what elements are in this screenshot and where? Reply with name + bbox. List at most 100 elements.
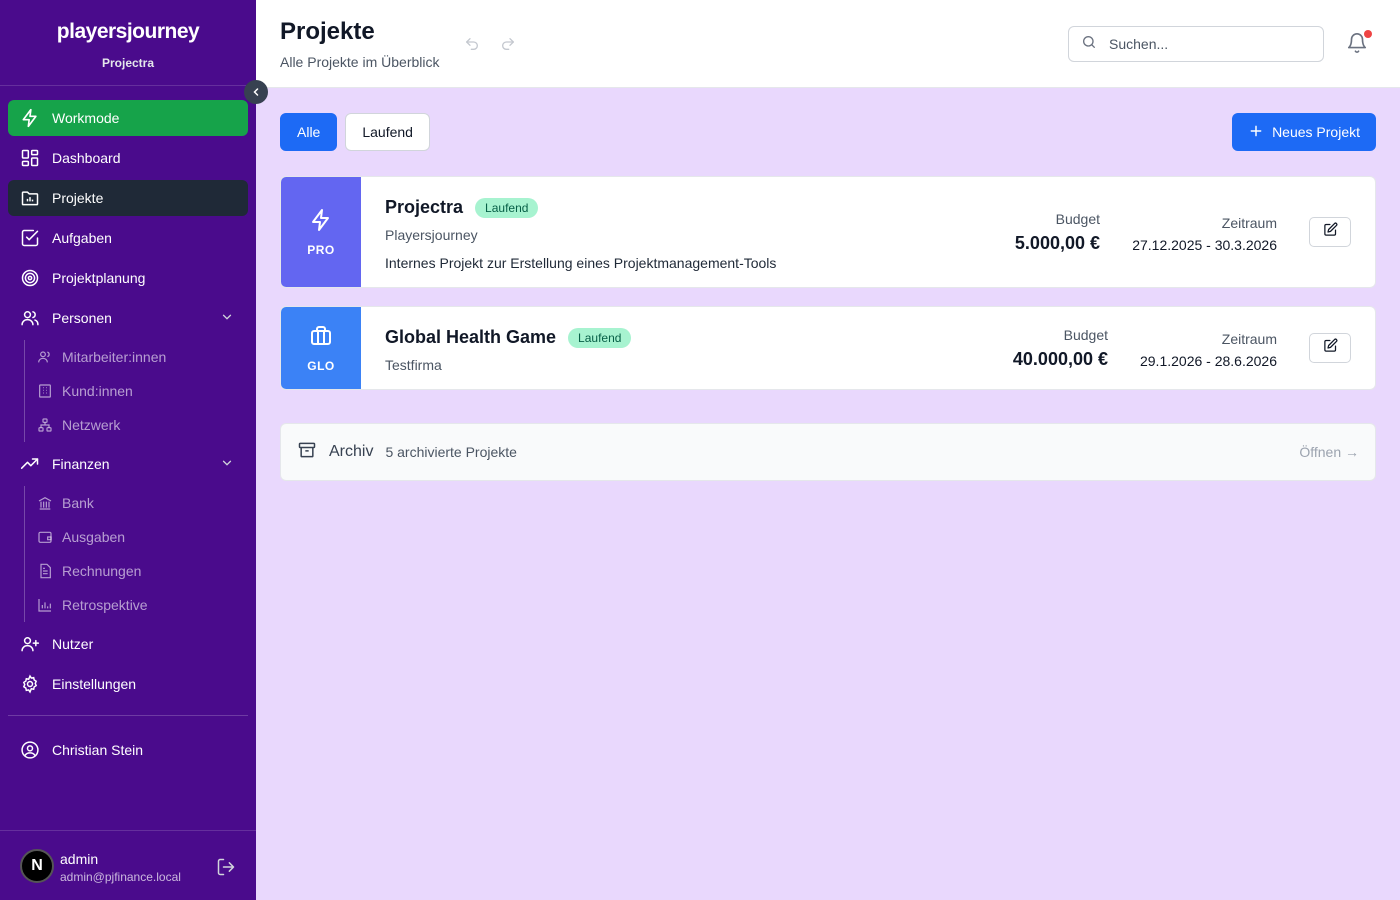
main-content: Alle Laufend Neues Projekt PRO Projectra…	[280, 113, 1376, 481]
project-code: GLO	[307, 358, 335, 373]
trending-up-icon	[20, 454, 40, 474]
nav-kunden[interactable]: Kund:innen	[37, 374, 248, 408]
nav-finanzen[interactable]: Finanzen	[8, 446, 248, 482]
period-value: 29.1.2026 - 28.6.2026	[1139, 353, 1277, 369]
project-card[interactable]: PRO Projectra Laufend Playersjourney Int…	[280, 176, 1376, 288]
sidebar: playersjourney Projectra Workmode Dashbo…	[0, 0, 256, 900]
nav-mitarbeiter[interactable]: Mitarbeiter:innen	[37, 340, 248, 374]
gear-icon	[20, 674, 40, 694]
nav-projektplanung[interactable]: Projektplanung	[8, 260, 248, 296]
main-nav: Workmode Dashboard Projekte Aufgaben Pro…	[8, 100, 248, 706]
archive-icon	[297, 440, 317, 465]
archive-open-link[interactable]: Öffnen →	[1299, 444, 1359, 460]
undo-icon[interactable]	[464, 36, 480, 57]
nav-label: Aufgaben	[52, 230, 112, 246]
project-code: PRO	[307, 242, 335, 257]
nav-dashboard[interactable]: Dashboard	[8, 140, 248, 176]
wallet-icon	[37, 529, 53, 545]
user-circle-icon	[20, 740, 40, 760]
avatar[interactable]: N	[20, 849, 54, 883]
period-label: Zeitraum	[1221, 215, 1277, 231]
nav-aufgaben[interactable]: Aufgaben	[8, 220, 248, 256]
nav-label: Personen	[52, 310, 112, 326]
project-body: Global Health Game Laufend Testfirma Bud…	[361, 307, 1375, 389]
page-header: Projekte Alle Projekte im Überblick	[256, 0, 1400, 88]
chevron-down-icon[interactable]	[220, 310, 234, 327]
archive-title: Archiv	[329, 443, 374, 460]
nav-einstellungen[interactable]: Einstellungen	[8, 666, 248, 702]
project-body: Projectra Laufend Playersjourney Interne…	[361, 177, 1375, 287]
nav-label: Einstellungen	[52, 676, 137, 692]
page-subtitle: Alle Projekte im Überblick	[280, 54, 440, 70]
brand: playersjourney Projectra	[0, 0, 256, 86]
nav-label: Workmode	[52, 110, 120, 126]
folder-chart-icon	[20, 188, 40, 208]
notification-dot	[1364, 30, 1372, 38]
network-icon	[37, 417, 53, 433]
archive-row[interactable]: Archiv 5 archivierte Projekte Öffnen →	[280, 423, 1376, 481]
search-input[interactable]	[1109, 36, 1309, 52]
nav-personen[interactable]: Personen	[8, 300, 248, 336]
sub-label: Kund:innen	[62, 383, 133, 399]
users-icon	[37, 349, 53, 365]
filter-alle[interactable]: Alle	[280, 113, 338, 151]
redo-icon[interactable]	[500, 36, 516, 57]
project-period: Zeitraum 29.1.2026 - 28.6.2026	[1140, 331, 1277, 369]
current-user[interactable]: Christian Stein	[8, 732, 248, 768]
budget-label: Budget	[1063, 327, 1108, 343]
nav-bank[interactable]: Bank	[37, 486, 248, 520]
project-budget: Budget 40.000,00 €	[1013, 327, 1108, 370]
nav-rechnungen[interactable]: Rechnungen	[37, 554, 248, 588]
users-icon	[20, 308, 40, 328]
edit-icon	[1323, 222, 1338, 242]
plus-icon	[1248, 123, 1264, 142]
account-name: admin	[60, 851, 99, 867]
edit-project-button[interactable]	[1309, 217, 1351, 247]
lightning-icon	[309, 208, 333, 237]
nav-label: Projekte	[52, 190, 104, 206]
nav-ausgaben[interactable]: Ausgaben	[37, 520, 248, 554]
filter-bar: Alle Laufend	[280, 113, 1376, 151]
current-user-name: Christian Stein	[52, 742, 144, 758]
briefcase-icon	[309, 324, 333, 353]
project-card[interactable]: GLO Global Health Game Laufend Testfirma…	[280, 306, 1376, 390]
new-project-button[interactable]: Neues Projekt	[1232, 113, 1376, 151]
budget-value: 5.000,00 €	[1014, 233, 1100, 253]
nav-projekte[interactable]: Projekte	[8, 180, 248, 216]
sub-label: Mitarbeiter:innen	[62, 349, 167, 365]
logout-icon[interactable]	[216, 857, 236, 882]
checkbox-icon	[20, 228, 40, 248]
status-badge: Laufend	[475, 197, 539, 218]
nav-retrospektive[interactable]: Retrospektive	[37, 588, 248, 622]
chevron-down-icon[interactable]	[220, 456, 234, 473]
nav-nutzer[interactable]: Nutzer	[8, 626, 248, 662]
project-period: Zeitraum 27.12.2025 - 30.3.2026	[1132, 215, 1277, 253]
app-name: Projectra	[101, 56, 155, 70]
search-box[interactable]	[1068, 26, 1324, 62]
project-title-row: Global Health Game Laufend	[385, 327, 632, 348]
account-email: admin@pjfinance.local	[60, 870, 181, 884]
edit-project-button[interactable]	[1309, 333, 1351, 363]
period-label: Zeitraum	[1221, 331, 1277, 347]
finanzen-subnav: Bank Ausgaben Rechnungen Retrospektive	[24, 486, 248, 622]
nav-label: Dashboard	[52, 150, 121, 166]
project-name[interactable]: Global Health Game	[385, 327, 556, 348]
nav-netzwerk[interactable]: Netzwerk	[37, 408, 248, 442]
user-plus-icon	[20, 634, 40, 654]
project-description: Internes Projekt zur Erstellung eines Pr…	[385, 255, 777, 271]
brand-logo[interactable]: playersjourney	[0, 20, 256, 44]
nav-label: Finanzen	[52, 456, 110, 472]
filter-laufend[interactable]: Laufend	[345, 113, 430, 151]
sub-label: Retrospektive	[62, 597, 148, 613]
project-badge: PRO	[281, 177, 361, 287]
project-budget: Budget 5.000,00 €	[1015, 211, 1100, 254]
nav-workmode[interactable]: Workmode	[8, 100, 248, 136]
target-icon	[20, 268, 40, 288]
project-name[interactable]: Projectra	[385, 197, 463, 218]
page-title: Projekte	[280, 18, 375, 45]
collapse-sidebar-button[interactable]	[244, 80, 268, 104]
sub-label: Bank	[62, 495, 94, 511]
sub-label: Ausgaben	[62, 529, 126, 545]
budget-label: Budget	[1055, 211, 1100, 227]
project-title-row: Projectra Laufend	[385, 197, 539, 218]
